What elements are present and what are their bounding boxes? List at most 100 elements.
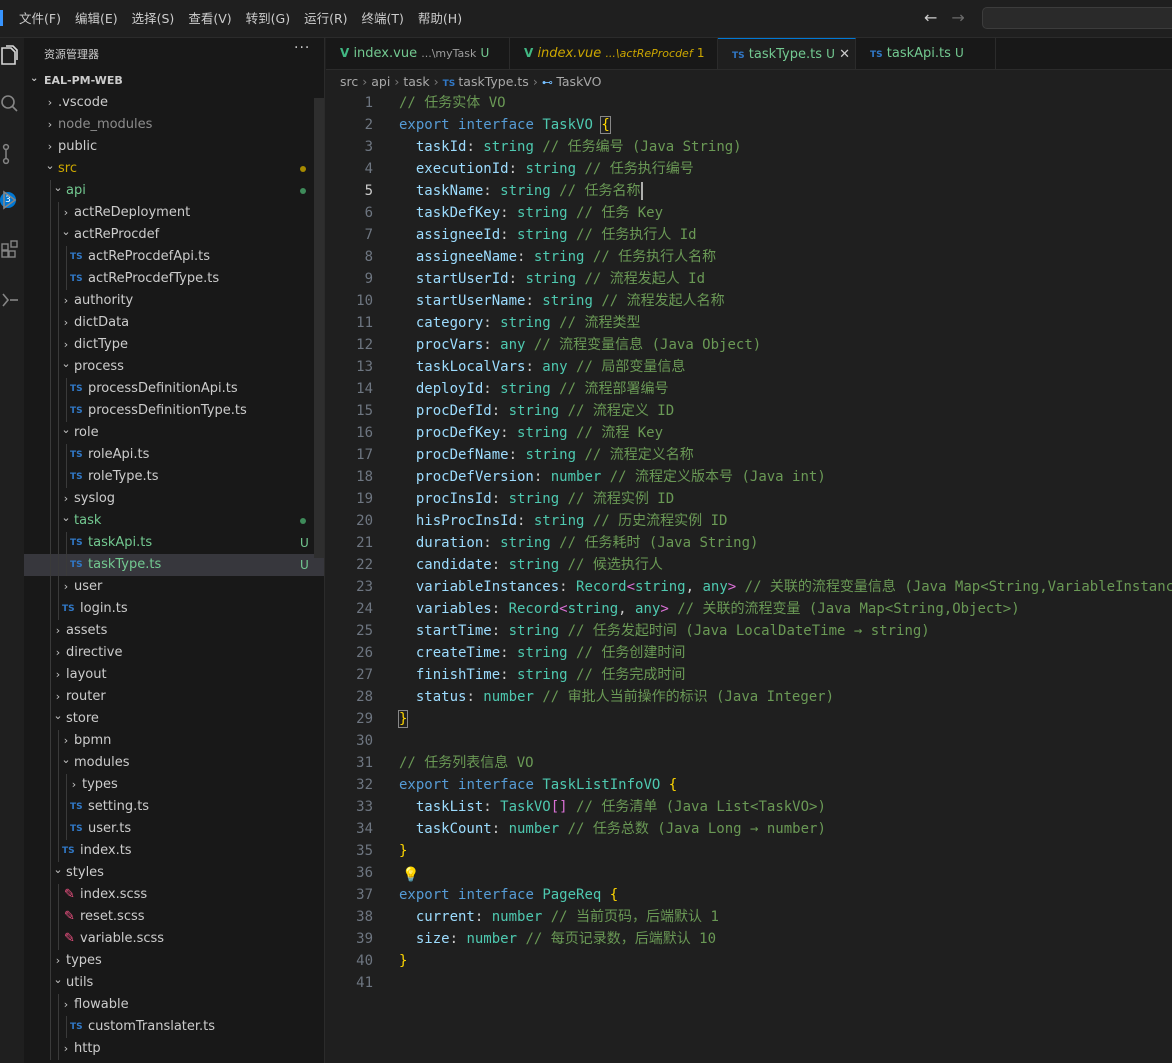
code-line[interactable]: 24 variables: Record<string, any> // 关联的… [326, 598, 1172, 620]
code-line[interactable]: 32 export interface TaskListInfoVO { [326, 774, 1172, 796]
tree-folder[interactable]: › layout [24, 664, 324, 686]
code-line[interactable]: 31 // 任务列表信息 VO [326, 752, 1172, 774]
code-line[interactable]: 27 finishTime: string // 任务完成时间 [326, 664, 1172, 686]
tree-folder[interactable]: › http [24, 1038, 324, 1060]
tree-file[interactable]: TS processDefinitionApi.ts [24, 378, 324, 400]
tree-folder[interactable]: ⌄ styles [24, 862, 324, 884]
tree-folder[interactable]: › router [24, 686, 324, 708]
code-line[interactable]: 7 assigneeId: string // 任务执行人 Id [326, 224, 1172, 246]
editor-tab[interactable]: TS taskApi.ts U [856, 38, 996, 69]
code-line[interactable]: 10 startUserName: string // 流程发起人名称 [326, 290, 1172, 312]
code-line[interactable]: 41 [326, 972, 1172, 994]
breadcrumb-item[interactable]: src [340, 74, 358, 89]
extensions-icon[interactable] [0, 238, 20, 262]
code-line[interactable]: 29} [326, 708, 1172, 730]
tree-file[interactable]: TS taskType.ts U [24, 554, 324, 576]
menu-item[interactable]: 编辑(E) [68, 0, 125, 38]
tree-folder[interactable]: ⌄ task [24, 510, 324, 532]
more-actions-icon[interactable]: ··· [294, 40, 310, 56]
code-line[interactable]: 22 candidate: string // 候选执行人 [326, 554, 1172, 576]
breadcrumb-item[interactable]: api [371, 74, 390, 89]
explorer-scrollbar[interactable] [314, 98, 324, 558]
explorer-icon[interactable] [0, 44, 20, 68]
tree-folder[interactable]: › directive [24, 642, 324, 664]
code-line[interactable]: 8 assigneeName: string // 任务执行人名称 [326, 246, 1172, 268]
tree-file[interactable]: TS taskApi.ts U [24, 532, 324, 554]
code-line[interactable]: 11 category: string // 流程类型 [326, 312, 1172, 334]
code-line[interactable]: 23 variableInstances: Record<string, any… [326, 576, 1172, 598]
code-line[interactable]: 37 export interface PageReq { [326, 884, 1172, 906]
tree-folder[interactable]: › authority [24, 290, 324, 312]
tree-folder[interactable]: › .vscode [24, 92, 324, 114]
code-line[interactable]: 16 procDefKey: string // 流程 Key [326, 422, 1172, 444]
tree-folder[interactable]: ⌄ actReProcdef [24, 224, 324, 246]
editor-tab[interactable]: V index.vue ...\myTask U [326, 38, 510, 69]
code-line[interactable]: 25 startTime: string // 任务发起时间 (Java Loc… [326, 620, 1172, 642]
tree-folder[interactable]: ⌄ modules [24, 752, 324, 774]
breadcrumb-item[interactable]: TaskVO [556, 74, 601, 89]
testing-icon[interactable] [0, 288, 20, 312]
command-center-search[interactable] [982, 7, 1172, 29]
code-line[interactable]: 40} [326, 950, 1172, 972]
menu-item[interactable]: 转到(G) [239, 0, 297, 38]
code-line[interactable]: 9 startUserId: string // 流程发起人 Id [326, 268, 1172, 290]
code-line[interactable]: 38 current: number // 当前页码，后端默认 1 [326, 906, 1172, 928]
code-line[interactable]: 39 size: number // 每页记录数，后端默认 10 [326, 928, 1172, 950]
tree-folder[interactable]: › user [24, 576, 324, 598]
tree-file[interactable]: TS roleType.ts [24, 466, 324, 488]
tree-file[interactable]: TS setting.ts [24, 796, 324, 818]
tree-folder[interactable]: › flowable [24, 994, 324, 1016]
tree-file[interactable]: ✎ index.scss [24, 884, 324, 906]
tree-file[interactable]: ✎ reset.scss [24, 906, 324, 928]
code-line[interactable]: 21 duration: string // 任务耗时 (Java String… [326, 532, 1172, 554]
code-line[interactable]: 28 status: number // 审批人当前操作的标识 (Java In… [326, 686, 1172, 708]
breadcrumb-item[interactable]: taskType.ts [458, 74, 528, 89]
menu-item[interactable]: 终端(T) [355, 0, 411, 38]
tree-folder[interactable]: › node_modules [24, 114, 324, 136]
code-line[interactable]: 14 deployId: string // 流程部署编号 [326, 378, 1172, 400]
code-line[interactable]: 18 procDefVersion: number // 流程定义版本号 (Ja… [326, 466, 1172, 488]
lightbulb-icon[interactable]: 💡 [402, 864, 419, 886]
editor-tab[interactable]: TS taskType.ts U ✕ [718, 38, 856, 69]
tree-file[interactable]: TS index.ts [24, 840, 324, 862]
code-line[interactable]: 1 // 任务实体 VO [326, 92, 1172, 114]
tree-folder[interactable]: ⌄ src [24, 158, 324, 180]
tree-file[interactable]: TS roleApi.ts [24, 444, 324, 466]
code-line[interactable]: 20 hisProcInsId: string // 历史流程实例 ID [326, 510, 1172, 532]
code-line[interactable]: 19 procInsId: string // 流程实例 ID [326, 488, 1172, 510]
run-debug-icon[interactable] [0, 188, 20, 212]
code-line[interactable]: 17 procDefName: string // 流程定义名称 [326, 444, 1172, 466]
code-line[interactable]: 34 taskCount: number // 任务总数 (Java Long … [326, 818, 1172, 840]
tree-folder[interactable]: ⌄ store [24, 708, 324, 730]
tree-file[interactable]: ✎ variable.scss [24, 928, 324, 950]
code-line[interactable]: 3 taskId: string // 任务编号 (Java String) [326, 136, 1172, 158]
code-line[interactable]: 5 taskName: string // 任务名称 [326, 180, 1172, 202]
code-line[interactable]: 12 procVars: any // 流程变量信息 (Java Object) [326, 334, 1172, 356]
tree-folder[interactable]: › public [24, 136, 324, 158]
code-line[interactable]: 15 procDefId: string // 流程定义 ID [326, 400, 1172, 422]
code-line[interactable]: 26 createTime: string // 任务创建时间 [326, 642, 1172, 664]
forward-arrow-icon[interactable]: → [951, 8, 964, 28]
code-line[interactable]: 13 taskLocalVars: any // 局部变量信息 [326, 356, 1172, 378]
tree-folder[interactable]: › dictData [24, 312, 324, 334]
workspace-root[interactable]: ⌄ EAL-PM-WEB [24, 71, 324, 91]
menu-item[interactable]: 运行(R) [297, 0, 354, 38]
code-line[interactable]: 33 taskList: TaskVO[] // 任务清单 (Java List… [326, 796, 1172, 818]
tree-folder[interactable]: › types [24, 774, 324, 796]
menu-item[interactable]: 帮助(H) [411, 0, 469, 38]
tree-file[interactable]: TS login.ts [24, 598, 324, 620]
tree-file[interactable]: TS actReProcdefApi.ts [24, 246, 324, 268]
tree-folder[interactable]: ⌄ role [24, 422, 324, 444]
tree-folder[interactable]: › types [24, 950, 324, 972]
breadcrumb-item[interactable]: task [403, 74, 429, 89]
search-icon[interactable] [0, 92, 20, 116]
menu-item[interactable]: 文件(F) [12, 0, 68, 38]
tree-folder[interactable]: ⌄ api [24, 180, 324, 202]
tree-file[interactable]: TS user.ts [24, 818, 324, 840]
code-line[interactable]: 30 [326, 730, 1172, 752]
tree-folder[interactable]: ⌄ process [24, 356, 324, 378]
code-line[interactable]: 6 taskDefKey: string // 任务 Key [326, 202, 1172, 224]
source-control-icon[interactable] [0, 142, 20, 166]
code-line[interactable]: 2 export interface TaskVO { [326, 114, 1172, 136]
editor-tab[interactable]: V index.vue ...\actReProcdef 1 [510, 38, 718, 69]
